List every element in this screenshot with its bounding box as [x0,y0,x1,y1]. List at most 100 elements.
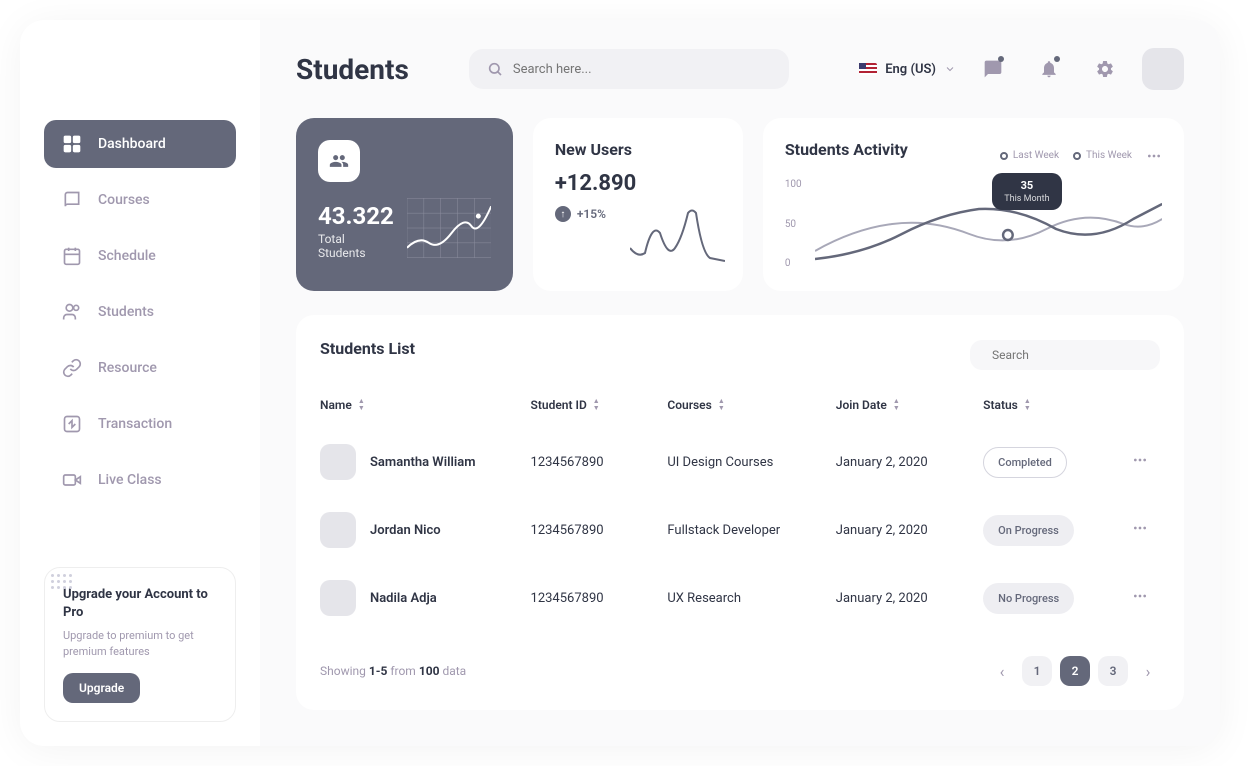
video-icon [62,470,82,490]
settings-button[interactable] [1086,50,1124,88]
grid-icon [62,134,82,154]
link-icon [62,358,82,378]
upgrade-desc: Upgrade to premium to get premium featur… [63,628,217,659]
table-row: Nadila Adja 1234567890 UX Research Janua… [320,564,1160,632]
sidebar-item-resource[interactable]: Resource [44,344,236,392]
next-page[interactable]: › [1136,659,1160,683]
row-more-button[interactable] [1120,588,1160,608]
join-date: January 2, 2020 [836,523,983,538]
pagination-info: Showing 1-5 from 100 data [320,664,466,678]
sidebar-item-courses[interactable]: Courses [44,176,236,224]
tooltip-label: This Month [1004,194,1049,204]
prev-page[interactable]: ‹ [990,659,1014,683]
student-course: UI Design Courses [667,455,835,470]
student-avatar [320,512,356,548]
search-input[interactable] [513,62,771,77]
table-row: Samantha William 1234567890 UI Design Co… [320,428,1160,496]
join-date: January 2, 2020 [836,455,983,470]
total-students-value: 43.322 [318,202,395,230]
sidebar-item-students[interactable]: Students [44,288,236,336]
legend-this-week: This Week [1073,150,1132,161]
y-tick: 100 [785,179,813,190]
column-status[interactable]: Status▲▼ [983,398,1120,412]
chat-button[interactable] [974,50,1012,88]
nav-label: Students [98,304,154,320]
nav-label: Dashboard [98,136,166,152]
activity-legend: Last Week This Week [1000,148,1162,164]
bell-icon [1039,59,1059,79]
list-title: Students List [320,339,415,358]
row-more-button[interactable] [1120,520,1160,540]
page-1[interactable]: 1 [1022,656,1052,686]
upgrade-title: Upgrade your Account to Pro [63,586,217,622]
status-badge: Completed [983,447,1067,478]
new-users-card: New Users +12.890 ↑ +15% [533,118,743,291]
y-tick: 0 [785,258,813,269]
header-right: Eng (US) [859,48,1184,90]
column-name[interactable]: Name▲▼ [320,398,531,412]
upgrade-card: Upgrade your Account to Pro Upgrade to p… [44,567,236,722]
new-users-value: +12.890 [555,171,721,196]
column-student-id[interactable]: Student ID▲▼ [531,398,668,412]
nav-label: Transaction [98,416,172,432]
column-join-date[interactable]: Join Date▲▼ [836,398,983,412]
y-tick: 50 [785,219,813,230]
tooltip-value: 35 [1004,179,1049,192]
name-cell: Jordan Nico [320,512,531,548]
page-2[interactable]: 2 [1060,656,1090,686]
app-window: Dashboard Courses Schedule Students Resource… [20,20,1220,746]
nav-label: Resource [98,360,157,376]
activity-chart: 100 50 0 35 This Month [785,179,1162,269]
language-select[interactable]: Eng (US) [859,62,956,77]
more-icon [1132,588,1148,604]
column-courses[interactable]: Courses▲▼ [667,398,835,412]
search-bar[interactable] [469,49,789,89]
student-avatar [320,444,356,480]
sort-icon: ▲▼ [718,398,725,412]
student-course: Fullstack Developer [667,523,835,538]
chevron-down-icon [944,63,956,75]
pagination-controls: ‹ 123 › [990,656,1160,686]
bell-button[interactable] [1030,50,1068,88]
main: Students Eng (US) [260,20,1220,746]
sort-icon: ▲▼ [593,398,600,412]
flag-icon [859,63,877,75]
students-list-card: Students List Name▲▼Student ID▲▼Courses▲… [296,315,1184,710]
name-cell: Nadila Adja [320,580,531,616]
table-header: Name▲▼Student ID▲▼Courses▲▼Join Date▲▼St… [320,390,1160,428]
more-icon[interactable] [1146,148,1162,164]
nav: Dashboard Courses Schedule Students Resource… [44,120,236,504]
student-id: 1234567890 [531,523,668,538]
more-icon [1132,452,1148,468]
table-row: Jordan Nico 1234567890 Fullstack Develop… [320,496,1160,564]
list-search-input[interactable] [992,348,1148,362]
page-3[interactable]: 3 [1098,656,1128,686]
status-badge: No Progress [983,583,1074,614]
header: Students Eng (US) [296,48,1184,90]
sidebar-item-schedule[interactable]: Schedule [44,232,236,280]
upgrade-button[interactable]: Upgrade [63,673,140,703]
new-users-title: New Users [555,140,721,159]
new-users-delta: +15% [577,207,606,221]
row-more-button[interactable] [1120,452,1160,472]
join-date: January 2, 2020 [836,591,983,606]
name-cell: Samantha William [320,444,531,480]
sort-icon: ▲▼ [358,398,365,412]
users-icon [318,140,360,182]
sidebar: Dashboard Courses Schedule Students Resource… [20,20,260,746]
chart-tooltip: 35 This Month [992,173,1061,210]
spark-chart [407,198,491,260]
users-icon [62,302,82,322]
chat-icon [983,59,1003,79]
user-avatar[interactable] [1142,48,1184,90]
nav-label: Courses [98,192,150,208]
sort-icon: ▲▼ [1024,398,1031,412]
list-search[interactable] [970,340,1160,370]
sidebar-item-live-class[interactable]: Live Class [44,456,236,504]
sidebar-item-dashboard[interactable]: Dashboard [44,120,236,168]
sidebar-item-transaction[interactable]: Transaction [44,400,236,448]
more-icon [1132,520,1148,536]
language-label: Eng (US) [885,62,936,77]
student-id: 1234567890 [531,455,668,470]
total-students-label: Total Students [318,232,395,260]
